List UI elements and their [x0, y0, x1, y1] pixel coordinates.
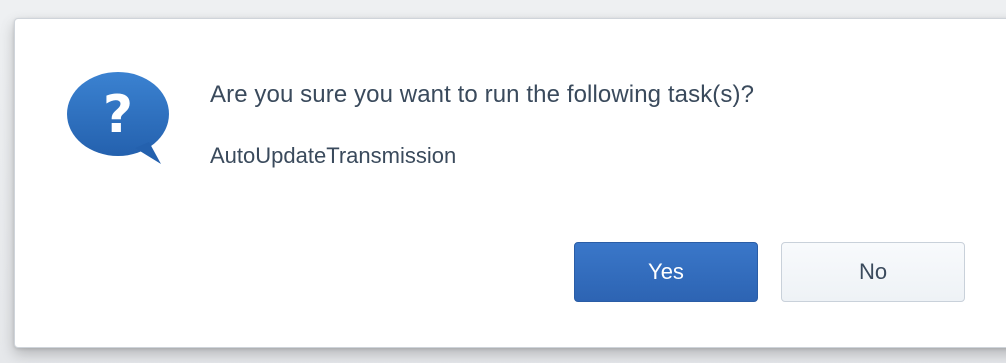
- task-name: AutoUpdateTransmission: [210, 143, 457, 168]
- question-mark-glyph: ?: [103, 85, 133, 145]
- yes-button-label: Yes: [648, 259, 684, 284]
- confirm-run-task-dialog: ? Are you sure you want to run the follo…: [14, 18, 1006, 348]
- confirm-message: Are you sure you want to run the followi…: [210, 81, 755, 108]
- no-button[interactable]: No: [781, 242, 965, 302]
- yes-button[interactable]: Yes: [574, 242, 758, 302]
- screen-backdrop: ? Are you sure you want to run the follo…: [0, 0, 1006, 363]
- no-button-label: No: [858, 259, 888, 284]
- question-bubble-icon: ?: [67, 72, 169, 164]
